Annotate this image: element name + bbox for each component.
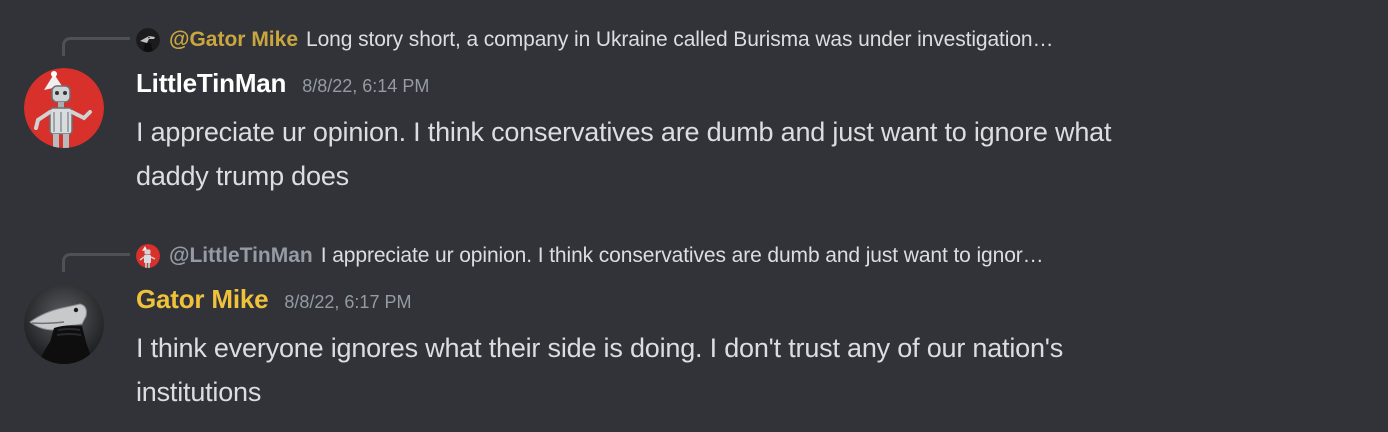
message-header: Gator Mike 8/8/22, 6:17 PM — [136, 284, 411, 320]
message-littletinman[interactable]: @Gator Mike Long story short, a company … — [0, 18, 1388, 218]
reply-reference[interactable]: @Gator Mike Long story short, a company … — [136, 26, 1054, 54]
reply-reference[interactable]: @LittleTinMan I appreciate ur opinion. I… — [136, 242, 1044, 270]
robot-tinman-icon — [136, 244, 160, 268]
reply-preview-text[interactable]: I appreciate ur opinion. I think conserv… — [321, 244, 1044, 268]
message-line: I appreciate ur opinion. I think conserv… — [136, 117, 1112, 147]
timestamp: 8/8/22, 6:17 PM — [284, 292, 412, 312]
username[interactable]: LittleTinMan — [136, 68, 286, 99]
reply-author[interactable]: @LittleTinMan — [169, 244, 313, 268]
alligator-icon — [24, 284, 104, 364]
message-content: I appreciate ur opinion. I think conserv… — [136, 110, 1316, 198]
timestamp: 8/8/22, 6:14 PM — [302, 76, 430, 96]
reply-connector — [62, 37, 130, 56]
reply-connector — [62, 253, 130, 272]
message-content: I think everyone ignores what their side… — [136, 326, 1316, 414]
username[interactable]: Gator Mike — [136, 284, 269, 315]
reply-preview-text[interactable]: Long story short, a company in Ukraine c… — [306, 28, 1054, 52]
reply-author[interactable]: @Gator Mike — [169, 28, 298, 52]
message-line: institutions — [136, 377, 262, 407]
message-header: LittleTinMan 8/8/22, 6:14 PM — [136, 68, 429, 104]
robot-tinman-icon — [24, 68, 104, 148]
alligator-icon — [136, 28, 160, 52]
chat-messages: @Gator Mike Long story short, a company … — [0, 0, 1388, 432]
message-line: daddy trump does — [136, 161, 349, 191]
message-gator-mike[interactable]: @LittleTinMan I appreciate ur opinion. I… — [0, 234, 1388, 432]
message-line: I think everyone ignores what their side… — [136, 333, 1064, 363]
avatar[interactable] — [24, 284, 104, 364]
avatar[interactable] — [24, 68, 104, 148]
